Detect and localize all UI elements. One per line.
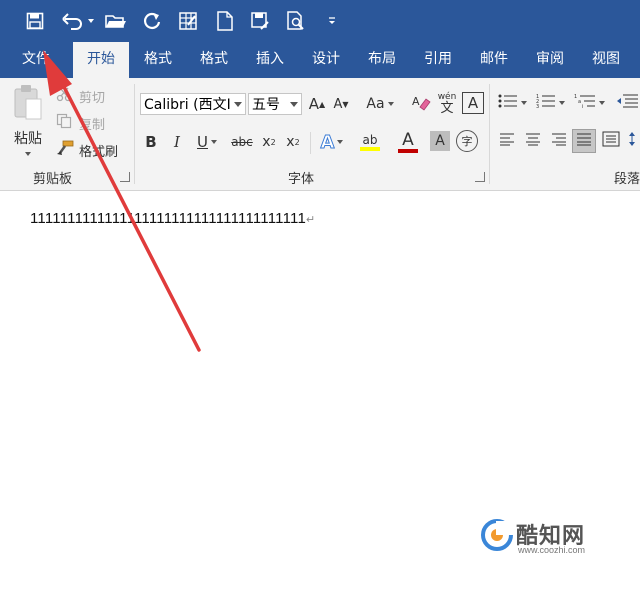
annotation-arrow-icon (43, 50, 201, 352)
watermark: 酷知网 www.coozhi.com (480, 518, 620, 558)
watermark-url: www.coozhi.com (518, 545, 586, 555)
coozhi-logo-icon (481, 519, 516, 551)
